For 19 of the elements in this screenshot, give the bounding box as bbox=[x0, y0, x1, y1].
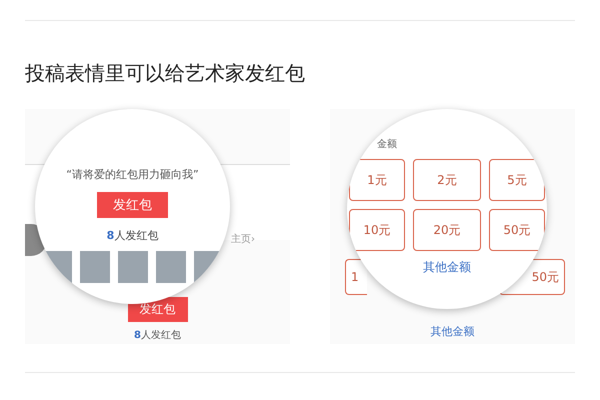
sender-count: 8人发红包 bbox=[106, 228, 158, 243]
avatar-placeholder bbox=[80, 251, 110, 283]
amount-option[interactable]: 5元 bbox=[489, 159, 545, 201]
sender-count: 8人发红包 bbox=[134, 329, 181, 342]
amount-option[interactable]: 20元 bbox=[413, 209, 481, 251]
avatar-placeholder bbox=[156, 251, 186, 283]
other-amount-link[interactable]: 其他金额 bbox=[423, 259, 471, 276]
quote-text: “请将爱的红包用力砸向我” bbox=[66, 167, 199, 182]
avatar-placeholder bbox=[118, 251, 148, 283]
amount-option[interactable]: 50元 bbox=[489, 209, 545, 251]
other-amount-link[interactable]: 其他金额 bbox=[330, 324, 575, 339]
amount-option[interactable]: 2元 bbox=[413, 159, 481, 201]
amount-label: 金额 bbox=[377, 138, 397, 151]
send-packet-button[interactable]: 发红包 bbox=[97, 192, 168, 218]
homepage-link[interactable]: 主页› bbox=[231, 232, 255, 246]
amount-option[interactable]: 1元 bbox=[349, 159, 405, 201]
amount-option[interactable]: 10元 bbox=[349, 209, 405, 251]
article-heading: 投稿表情里可以给艺术家发红包 bbox=[25, 61, 306, 85]
amount-option[interactable]: 1 bbox=[345, 259, 367, 295]
